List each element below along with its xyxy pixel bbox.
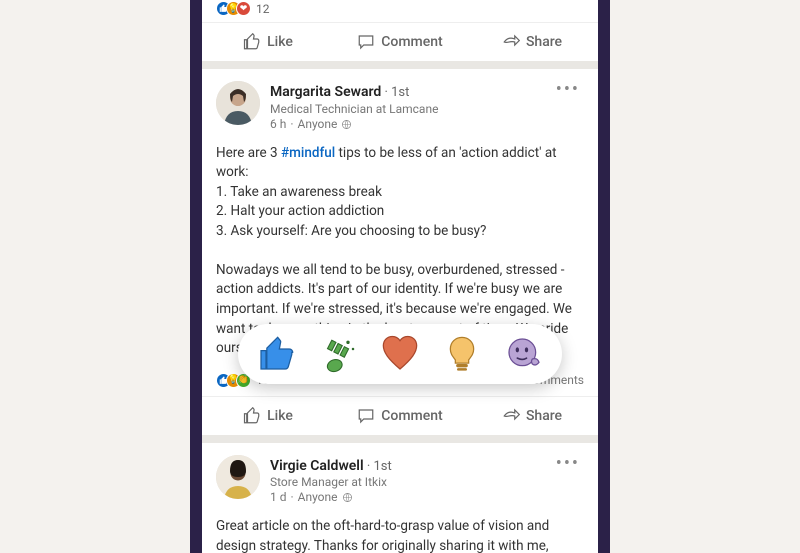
author-name[interactable]: Virgie Caldwell: [270, 458, 364, 474]
comment-button[interactable]: Comment: [334, 397, 466, 435]
author-block: Margarita Seward · 1st Medical Technicia…: [270, 81, 552, 132]
list-line-1: 1. Take an awareness break: [216, 184, 382, 200]
comment-label: Comment: [381, 408, 442, 424]
connection-degree: · 1st: [381, 85, 409, 100]
connection-degree: · 1st: [364, 459, 392, 474]
post-age: 6 h: [270, 117, 286, 132]
author-title: Store Manager at Itkix: [270, 475, 552, 490]
action-bar: Like Comment Share: [202, 396, 598, 435]
body-text-a: Here are 3: [216, 145, 281, 161]
reaction-icons-cluster: 💡 ❤: [216, 1, 251, 16]
hashtag[interactable]: #mindful: [281, 145, 335, 161]
reaction-popover: [238, 324, 562, 384]
feed-screen: 💡 ❤ 12 Like Comment Share: [202, 0, 598, 553]
share-button[interactable]: Share: [466, 23, 598, 61]
overflow-menu-button[interactable]: •••: [552, 81, 584, 99]
author-name[interactable]: Margarita Seward: [270, 84, 381, 100]
share-label: Share: [526, 34, 562, 50]
thumbs-up-icon: [243, 407, 261, 425]
list-line-3: 3. Ask yourself: Are you choosing to be …: [216, 223, 486, 239]
post-header: Virgie Caldwell · 1st Store Manager at I…: [202, 443, 598, 512]
insightful-icon[interactable]: [442, 334, 482, 374]
post-meta: 6 h · Anyone: [270, 117, 552, 132]
overflow-menu-button[interactable]: •••: [552, 455, 584, 473]
globe-icon: [342, 492, 353, 503]
phone-frame: 💡 ❤ 12 Like Comment Share: [190, 0, 610, 553]
action-bar: Like Comment Share: [202, 22, 598, 61]
visibility-label: Anyone: [298, 490, 338, 505]
post-meta: 1 d · Anyone: [270, 490, 552, 505]
globe-icon: [341, 119, 352, 130]
post-card-partial: 💡 ❤ 12 Like Comment Share: [202, 0, 598, 61]
avatar-image: [216, 455, 260, 499]
visibility-label: Anyone: [297, 117, 337, 132]
like-button[interactable]: Like: [202, 23, 334, 61]
love-icon[interactable]: [380, 334, 420, 374]
share-icon: [502, 407, 520, 425]
avatar-image: [216, 81, 260, 125]
share-button[interactable]: Share: [466, 397, 598, 435]
love-reaction-badge: ❤: [236, 1, 251, 16]
like-label: Like: [267, 408, 293, 424]
thumbs-up-icon: [243, 33, 261, 51]
post-body: Great article on the oft-hard-to-grasp v…: [202, 511, 598, 553]
author-title: Medical Technician at Lamcane: [270, 102, 552, 117]
comment-label: Comment: [381, 34, 442, 50]
reaction-summary[interactable]: 💡 ❤ 12: [202, 0, 598, 22]
like-button[interactable]: Like: [202, 397, 334, 435]
comment-icon: [357, 33, 375, 51]
reaction-count: 12: [256, 2, 270, 16]
avatar[interactable]: [216, 455, 260, 499]
share-label: Share: [526, 408, 562, 424]
like-icon[interactable]: [256, 334, 296, 374]
post-card: Virgie Caldwell · 1st Store Manager at I…: [202, 443, 598, 553]
curious-icon[interactable]: [504, 334, 544, 374]
like-label: Like: [267, 34, 293, 50]
share-icon: [502, 33, 520, 51]
avatar[interactable]: [216, 81, 260, 125]
comment-button[interactable]: Comment: [334, 23, 466, 61]
celebrate-icon[interactable]: [318, 334, 358, 374]
body-text-a: Great article on the oft-hard-to-grasp v…: [216, 518, 549, 553]
list-line-2: 2. Halt your action addiction: [216, 203, 384, 219]
comment-icon: [357, 407, 375, 425]
post-age: 1 d: [270, 490, 287, 505]
author-block: Virgie Caldwell · 1st Store Manager at I…: [270, 455, 552, 506]
post-header: Margarita Seward · 1st Medical Technicia…: [202, 69, 598, 138]
